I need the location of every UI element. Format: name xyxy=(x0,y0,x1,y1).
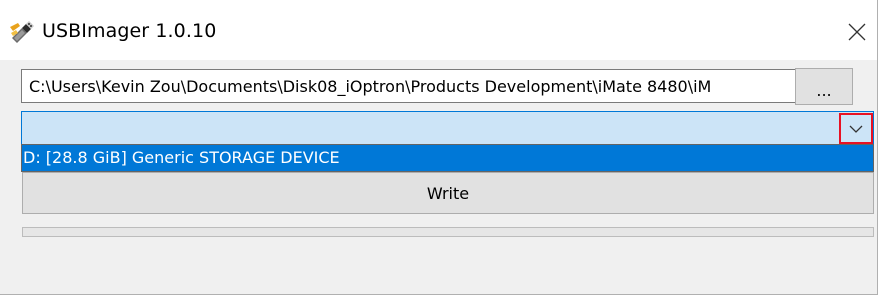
title-bar: USBImager 1.0.10 xyxy=(0,0,877,60)
window-title: USBImager 1.0.10 xyxy=(42,20,217,42)
close-icon xyxy=(848,23,865,41)
device-dropdown-list: D: [28.8 GiB] Generic STORAGE DEVICE xyxy=(21,144,874,172)
image-file-path-field[interactable] xyxy=(21,69,804,103)
usb-imager-app-icon xyxy=(9,21,35,45)
browse-button[interactable]: ... xyxy=(795,68,853,105)
device-dropdown-toggle[interactable] xyxy=(839,113,873,144)
close-button[interactable] xyxy=(836,10,877,54)
write-button[interactable]: Write xyxy=(22,172,874,214)
target-device-select[interactable] xyxy=(21,111,874,145)
progress-bar xyxy=(22,227,874,237)
usbimager-window: USBImager 1.0.10 ... D: [28.8 GiB] Gener… xyxy=(0,0,878,295)
chevron-down-icon xyxy=(849,125,863,133)
device-option[interactable]: D: [28.8 GiB] Generic STORAGE DEVICE xyxy=(23,145,340,171)
